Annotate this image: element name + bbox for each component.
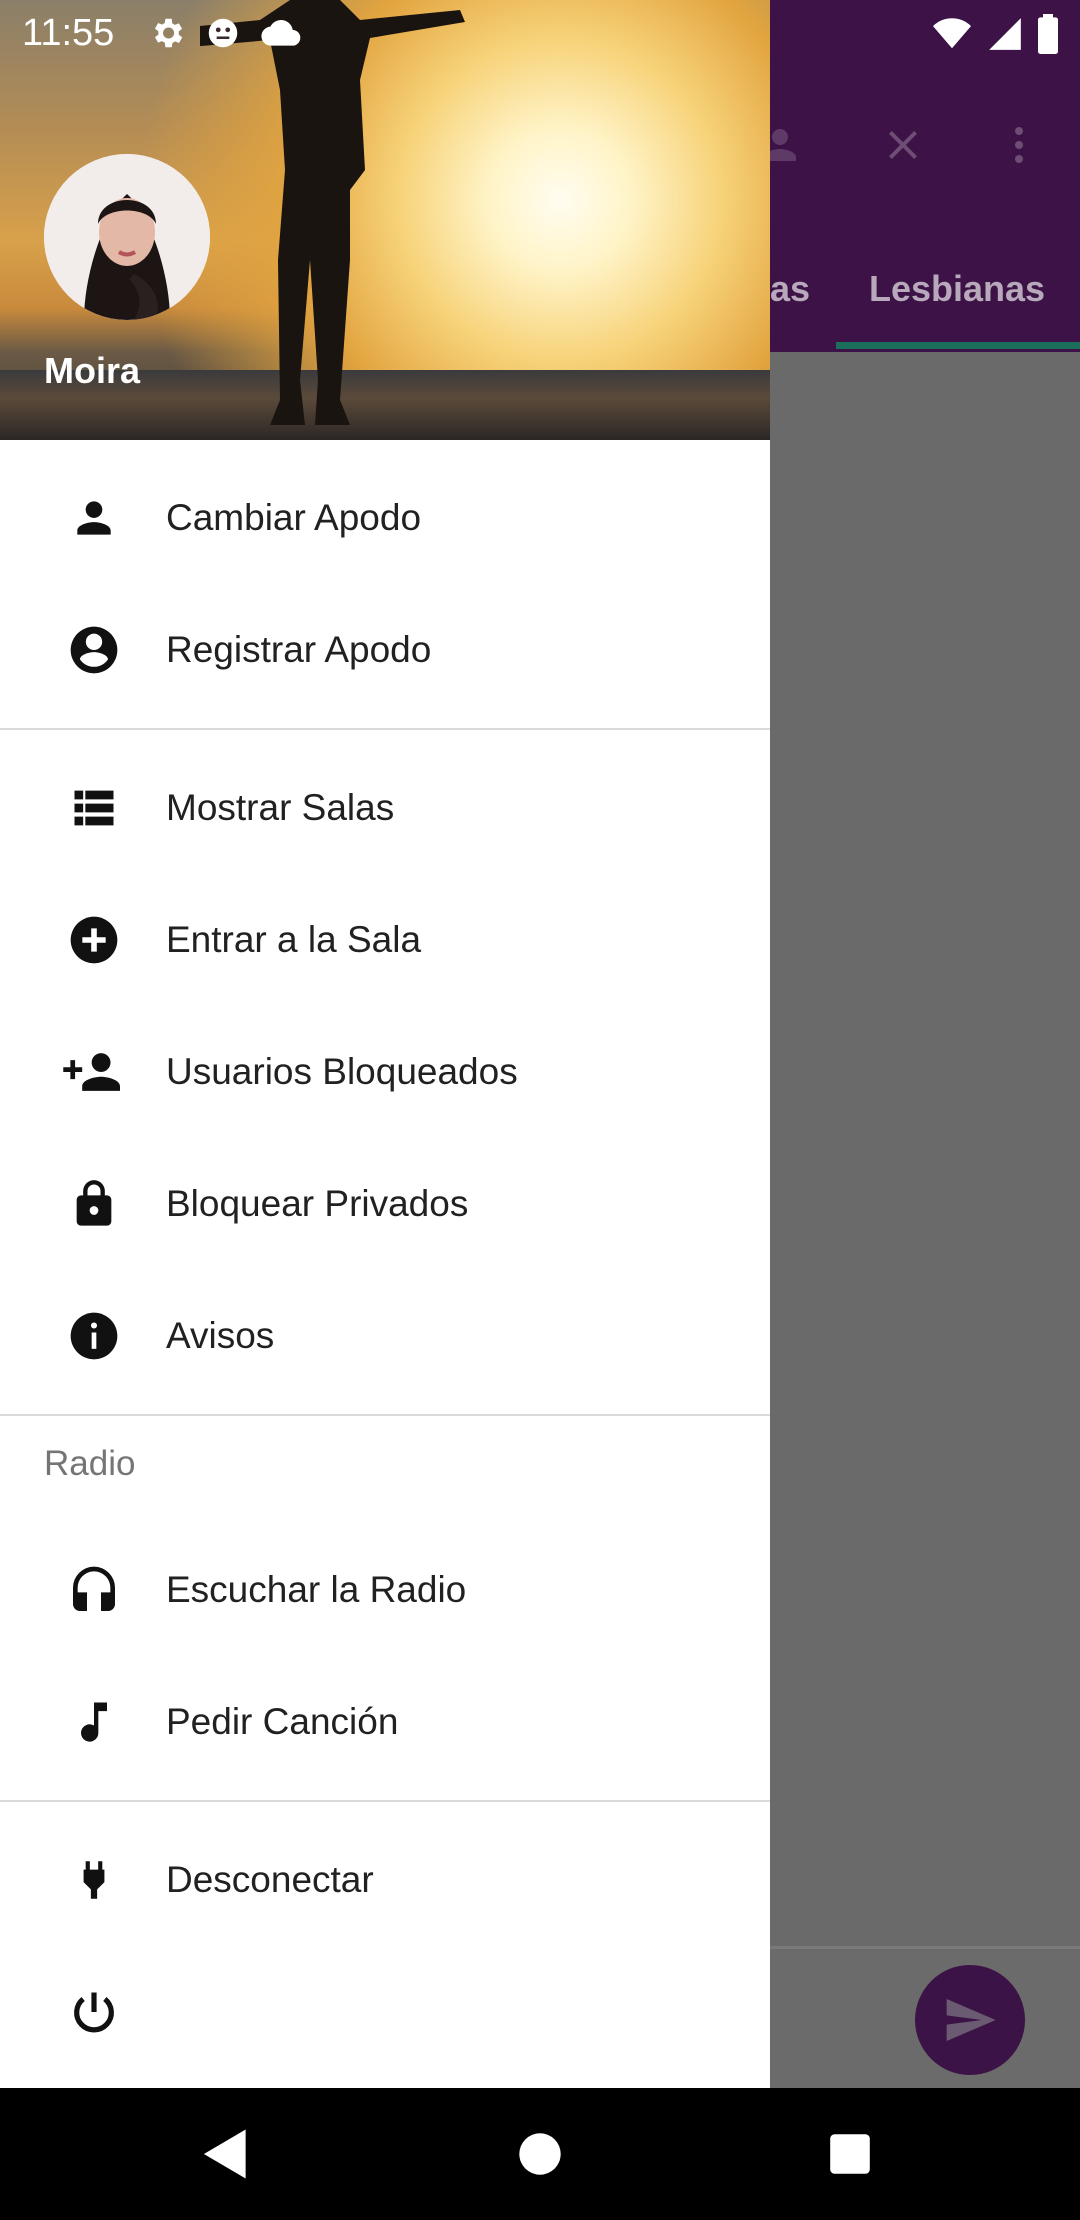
send-icon — [946, 1999, 996, 2041]
home-icon[interactable] — [500, 2114, 580, 2194]
user-name: Moira — [44, 350, 141, 391]
drawer-menu: Cambiar Apodo Registrar Apodo Mostrar Sa… — [0, 440, 770, 2078]
lock-icon — [62, 1172, 126, 1236]
header-silhouette — [200, 0, 465, 425]
menu-item-entrar-sala[interactable]: Entrar a la Sala — [0, 874, 770, 1006]
headphones-icon — [62, 1558, 126, 1622]
menu-item-label: Pedir Canción — [166, 1701, 399, 1742]
music-note-icon — [62, 1690, 126, 1754]
close-icon[interactable] — [868, 110, 938, 180]
account-circle-icon — [62, 618, 126, 682]
menu-item-escuchar-radio[interactable]: Escuchar la Radio — [0, 1524, 770, 1656]
list-icon — [62, 776, 126, 840]
menu-item-label: Bloquear Privados — [166, 1183, 469, 1224]
compose-divider — [770, 1946, 1080, 1949]
menu-item-label: Cambiar Apodo — [166, 497, 422, 538]
tab-indicator — [836, 342, 1080, 349]
info-icon — [62, 1304, 126, 1368]
menu-item-label: Entrar a la Sala — [166, 919, 422, 960]
tab-lesbianas[interactable]: Lesbianas — [869, 268, 1045, 310]
menu-item-mostrar-salas[interactable]: Mostrar Salas — [0, 742, 770, 874]
tab-partial[interactable]: as — [770, 268, 810, 310]
assistant-icon — [204, 14, 242, 57]
drawer-header: Moira — [0, 0, 770, 440]
person-icon — [62, 486, 126, 550]
section-title-radio: Radio — [44, 1444, 136, 1483]
menu-item-label: Avisos — [166, 1315, 275, 1356]
recents-icon[interactable] — [810, 2114, 890, 2194]
menu-item-desconectar[interactable]: Desconectar — [0, 1814, 770, 1946]
send-button[interactable] — [915, 1965, 1025, 2075]
add-circle-icon — [62, 908, 126, 972]
system-nav-bar — [0, 2088, 1080, 2220]
status-time: 11:55 — [22, 12, 115, 54]
avatar[interactable] — [44, 154, 210, 320]
power-icon — [62, 1980, 126, 2044]
menu-item-label: Mostrar Salas — [166, 787, 395, 828]
power-plug-icon — [62, 1848, 126, 1912]
menu-item-label: Desconectar — [166, 1859, 374, 1900]
wifi-icon — [930, 15, 974, 58]
status-bar: 11:55 — [0, 0, 1080, 66]
cloud-icon — [260, 14, 302, 57]
menu-item-registrar-apodo[interactable]: Registrar Apodo — [0, 584, 770, 716]
menu-item-bloquear-privados[interactable]: Bloquear Privados — [0, 1138, 770, 1270]
battery-icon — [1036, 14, 1060, 59]
menu-item-label: Usuarios Bloqueados — [166, 1051, 518, 1092]
menu-item-partial[interactable] — [0, 1946, 770, 2078]
settings-icon — [148, 14, 186, 57]
menu-item-label: Registrar Apodo — [166, 629, 432, 670]
menu-item-usuarios-bloqueados[interactable]: Usuarios Bloqueados — [0, 1006, 770, 1138]
menu-item-avisos[interactable]: Avisos — [0, 1270, 770, 1402]
navigation-drawer: Moira Cambiar Apodo Registrar Apodo Most… — [0, 0, 770, 2088]
menu-item-label: Escuchar la Radio — [166, 1569, 467, 1610]
more-vert-icon[interactable] — [984, 110, 1054, 180]
signal-icon — [986, 15, 1024, 58]
back-icon[interactable] — [186, 2114, 266, 2194]
person-add-icon — [62, 1040, 126, 1104]
menu-item-cambiar-apodo[interactable]: Cambiar Apodo — [0, 452, 770, 584]
menu-item-pedir-cancion[interactable]: Pedir Canción — [0, 1656, 770, 1788]
